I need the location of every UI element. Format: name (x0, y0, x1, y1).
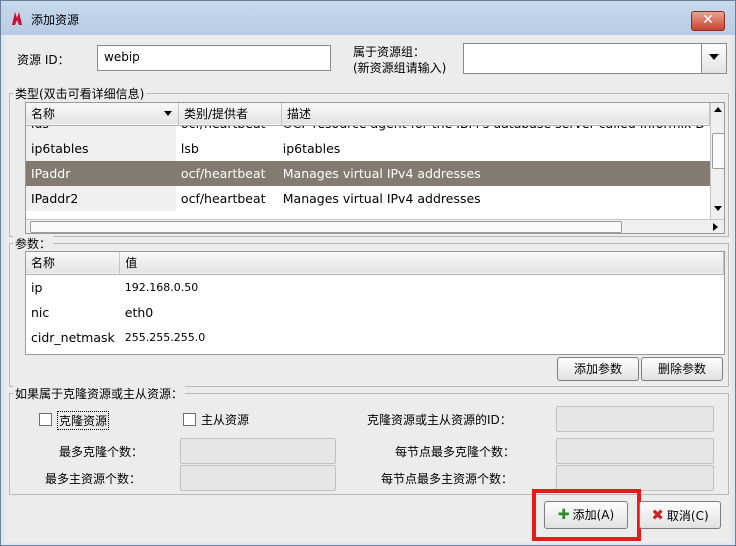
add-button[interactable]: ✚ 添加(A) (544, 501, 628, 529)
resource-id-input[interactable]: webip (97, 45, 331, 71)
types-rows-viewport: ids ocf/heartbeat OCF resource agent for… (26, 126, 710, 219)
per-node-clone-label: 每节点最多克隆个数： (395, 445, 516, 459)
group-label: 属于资源组： (353, 45, 426, 59)
types-section-title: 类型(双击可看详细信息) (13, 85, 147, 102)
scroll-right-icon[interactable] (713, 223, 718, 231)
clone-id-label: 克隆资源或主从资源的ID： (367, 413, 512, 427)
row-name: IPaddr (26, 161, 176, 186)
row-description: Manages virtual IPv4 addresses (277, 161, 710, 186)
max-clone-label: 最多克隆个数： (59, 445, 144, 459)
scroll-up-icon[interactable] (714, 107, 722, 112)
per-node-master-label: 每节点最多主资源个数： (381, 472, 514, 486)
per-node-master-input[interactable] (556, 465, 714, 491)
close-button[interactable]: ✕ (691, 11, 725, 31)
row-name: ids (26, 126, 176, 136)
row-provider: ocf/heartbeat (176, 126, 278, 136)
window-title: 添加资源 (31, 13, 80, 27)
row-provider: ocf/heartbeat (175, 161, 278, 186)
title-bar[interactable]: 添加资源 ✕ (1, 1, 735, 35)
param-value[interactable]: eth0 (120, 300, 724, 325)
param-name: cidr_netmask (26, 324, 120, 350)
clone-checkbox-label[interactable]: 克隆资源 (57, 411, 110, 430)
types-horizontal-scrollbar[interactable] (26, 219, 724, 233)
param-row[interactable]: cidr_netmask 255.255.255.0 (26, 324, 724, 350)
master-checkbox[interactable] (183, 413, 196, 426)
column-header-value[interactable]: 值 (119, 252, 724, 274)
dialog-body: 资源 ID： webip 属于资源组： (新资源组请输入) 类型(双击可看详细信… (5, 35, 731, 543)
row-provider: lsb (180, 141, 199, 156)
row-description: Manages virtual IPv4 addresses (282, 191, 481, 206)
column-header-name[interactable]: 名称 (26, 252, 121, 274)
column-header-name[interactable]: 名称 (26, 103, 179, 125)
per-node-clone-input[interactable] (556, 438, 714, 464)
scroll-thumb[interactable] (30, 221, 622, 233)
max-master-input[interactable] (180, 465, 336, 491)
params-section-title: 参数： (13, 235, 54, 252)
param-row[interactable]: nic eth0 (26, 299, 724, 325)
row-name: ip6tables (26, 136, 176, 161)
plus-icon: ✚ (557, 507, 570, 523)
sort-down-icon (164, 111, 172, 116)
scroll-thumb[interactable] (712, 133, 724, 169)
column-header-provider[interactable]: 类别/提供者 (178, 103, 282, 125)
column-header-description[interactable]: 描述 (281, 103, 710, 125)
params-table: 名称 值 ip 192.168.0.50 nic eth0 cidr_netma… (25, 251, 725, 355)
row-description: OCF resource agent for the IBM's databas… (278, 126, 710, 136)
add-resource-dialog: 添加资源 ✕ 资源 ID： webip 属于资源组： (新资源组请输入) 类型(… (0, 0, 736, 546)
params-header: 名称 值 (26, 252, 724, 274)
row-name: IPaddr2 (26, 186, 176, 211)
table-row-selected[interactable]: IPaddr ocf/heartbeat Manages virtual IPv… (26, 161, 710, 186)
max-master-label: 最多主资源个数： (45, 472, 142, 486)
clone-checkbox[interactable] (39, 413, 52, 426)
clone-id-input[interactable] (556, 406, 714, 432)
table-row[interactable]: ids ocf/heartbeat OCF resource agent for… (26, 126, 710, 136)
types-vertical-scrollbar[interactable] (710, 103, 724, 219)
table-row[interactable]: ip6tables lsb ip6tables (26, 136, 710, 161)
param-value[interactable]: 192.168.0.50 (120, 274, 724, 300)
cancel-button[interactable]: ✖ 取消(C) (639, 501, 721, 529)
chevron-down-icon[interactable] (701, 44, 726, 73)
clone-section-title: 如果属于克隆资源或主从资源： (13, 385, 186, 402)
cancel-icon: ✖ (651, 506, 664, 524)
max-clone-input[interactable] (180, 438, 336, 464)
types-table: 名称 类别/提供者 描述 ids ocf/heartbeat OCF resou… (25, 102, 725, 234)
row-provider: ocf/heartbeat (180, 191, 266, 206)
types-header: 名称 类别/提供者 描述 (26, 103, 710, 125)
group-combobox[interactable] (463, 43, 727, 74)
param-name: ip (26, 274, 120, 300)
group-hint-label: (新资源组请输入) (353, 61, 447, 75)
scroll-down-icon[interactable] (714, 206, 722, 211)
row-description: ip6tables (282, 141, 341, 156)
table-row[interactable]: IPaddr2 ocf/heartbeat Manages virtual IP… (26, 186, 710, 211)
param-row[interactable]: ip 192.168.0.50 (26, 274, 724, 300)
delete-param-button[interactable]: 删除参数 (641, 357, 723, 381)
param-value[interactable]: 255.255.255.0 (120, 325, 724, 350)
param-name: nic (26, 299, 120, 325)
add-param-button[interactable]: 添加参数 (557, 357, 639, 381)
resource-id-label: 资源 ID： (17, 53, 70, 67)
master-checkbox-label[interactable]: 主从资源 (201, 411, 249, 428)
app-icon (12, 12, 22, 25)
